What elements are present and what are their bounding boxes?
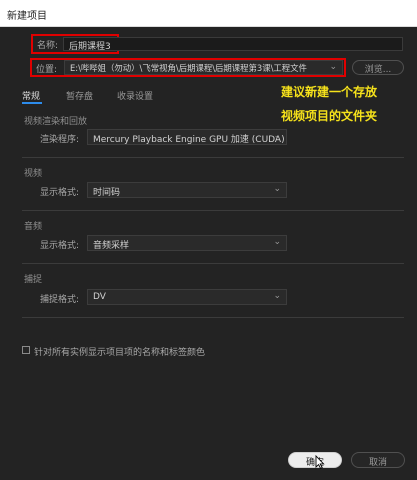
location-value: E:\哔哔姐（勿动）\飞常视角\后期课程\后期课程第3课\工程文件 [70, 63, 307, 73]
name-label: 名称: [37, 41, 59, 51]
divider [22, 263, 404, 264]
show-name-label-color-checkbox[interactable] [22, 346, 30, 354]
chevron-down-icon: ⌄ [273, 131, 281, 141]
divider [22, 317, 404, 318]
capture-format-label: 捕捉格式: [40, 295, 80, 305]
renderer-label: 渲染程序: [40, 135, 80, 145]
renderer-value: Mercury Playback Engine GPU 加速 (CUDA) [93, 135, 285, 145]
annotation-line-1: 建议新建一个存放 [281, 85, 378, 99]
audio-format-value: 音频采样 [93, 241, 130, 251]
chevron-down-icon: ⌄ [273, 291, 281, 301]
video-format-label: 显示格式: [40, 188, 80, 198]
location-label: 位置: [36, 65, 58, 75]
new-project-dialog: 名称: 后期课程3 位置: E:\哔哔姐（勿动）\飞常视角\后期课程\后期课程第… [0, 27, 417, 480]
section-title-capture: 捕捉 [24, 275, 43, 285]
renderer-dropdown[interactable]: Mercury Playback Engine GPU 加速 (CUDA) ⌄ [87, 129, 287, 145]
chevron-down-icon: ⌄ [329, 62, 337, 72]
mouse-cursor-icon [315, 455, 325, 469]
cancel-button[interactable]: 取消 [351, 452, 405, 468]
tab-ingest-settings[interactable]: 收录设置 [117, 89, 153, 102]
video-format-dropdown[interactable]: 时间码 ⌄ [87, 182, 287, 198]
video-format-value: 时间码 [93, 188, 121, 198]
browse-button[interactable]: 浏览... [352, 60, 404, 75]
capture-format-value: DV [93, 292, 106, 302]
browse-label: 浏览... [364, 65, 392, 75]
active-tab-indicator [22, 102, 42, 104]
divider [22, 157, 404, 158]
location-dropdown[interactable]: E:\哔哔姐（勿动）\飞常视角\后期课程\后期课程第3课\工程文件 ⌄ [64, 60, 343, 75]
section-title-audio: 音频 [24, 222, 43, 232]
tab-general[interactable]: 常规 [22, 89, 40, 102]
name-value: 后期课程3 [69, 42, 111, 52]
audio-format-label: 显示格式: [40, 241, 80, 251]
capture-format-dropdown[interactable]: DV ⌄ [87, 289, 287, 305]
chevron-down-icon: ⌄ [273, 237, 281, 247]
audio-format-dropdown[interactable]: 音频采样 ⌄ [87, 235, 287, 251]
cancel-label: 取消 [368, 458, 387, 468]
section-title-render: 视频渲染和回放 [24, 117, 88, 127]
annotation-line-2: 视频项目的文件夹 [281, 109, 378, 123]
section-title-video: 视频 [24, 169, 43, 179]
show-name-label-color-label[interactable]: 针对所有实例显示项目项的名称和标签颜色 [34, 345, 205, 358]
name-input[interactable]: 后期课程3 [63, 37, 403, 52]
divider [22, 210, 404, 211]
chevron-down-icon: ⌄ [273, 184, 281, 194]
tab-scratch-disks[interactable]: 暂存盘 [66, 89, 93, 102]
title-bar: 新建项目 [0, 0, 417, 27]
window-title: 新建项目 [7, 11, 47, 22]
